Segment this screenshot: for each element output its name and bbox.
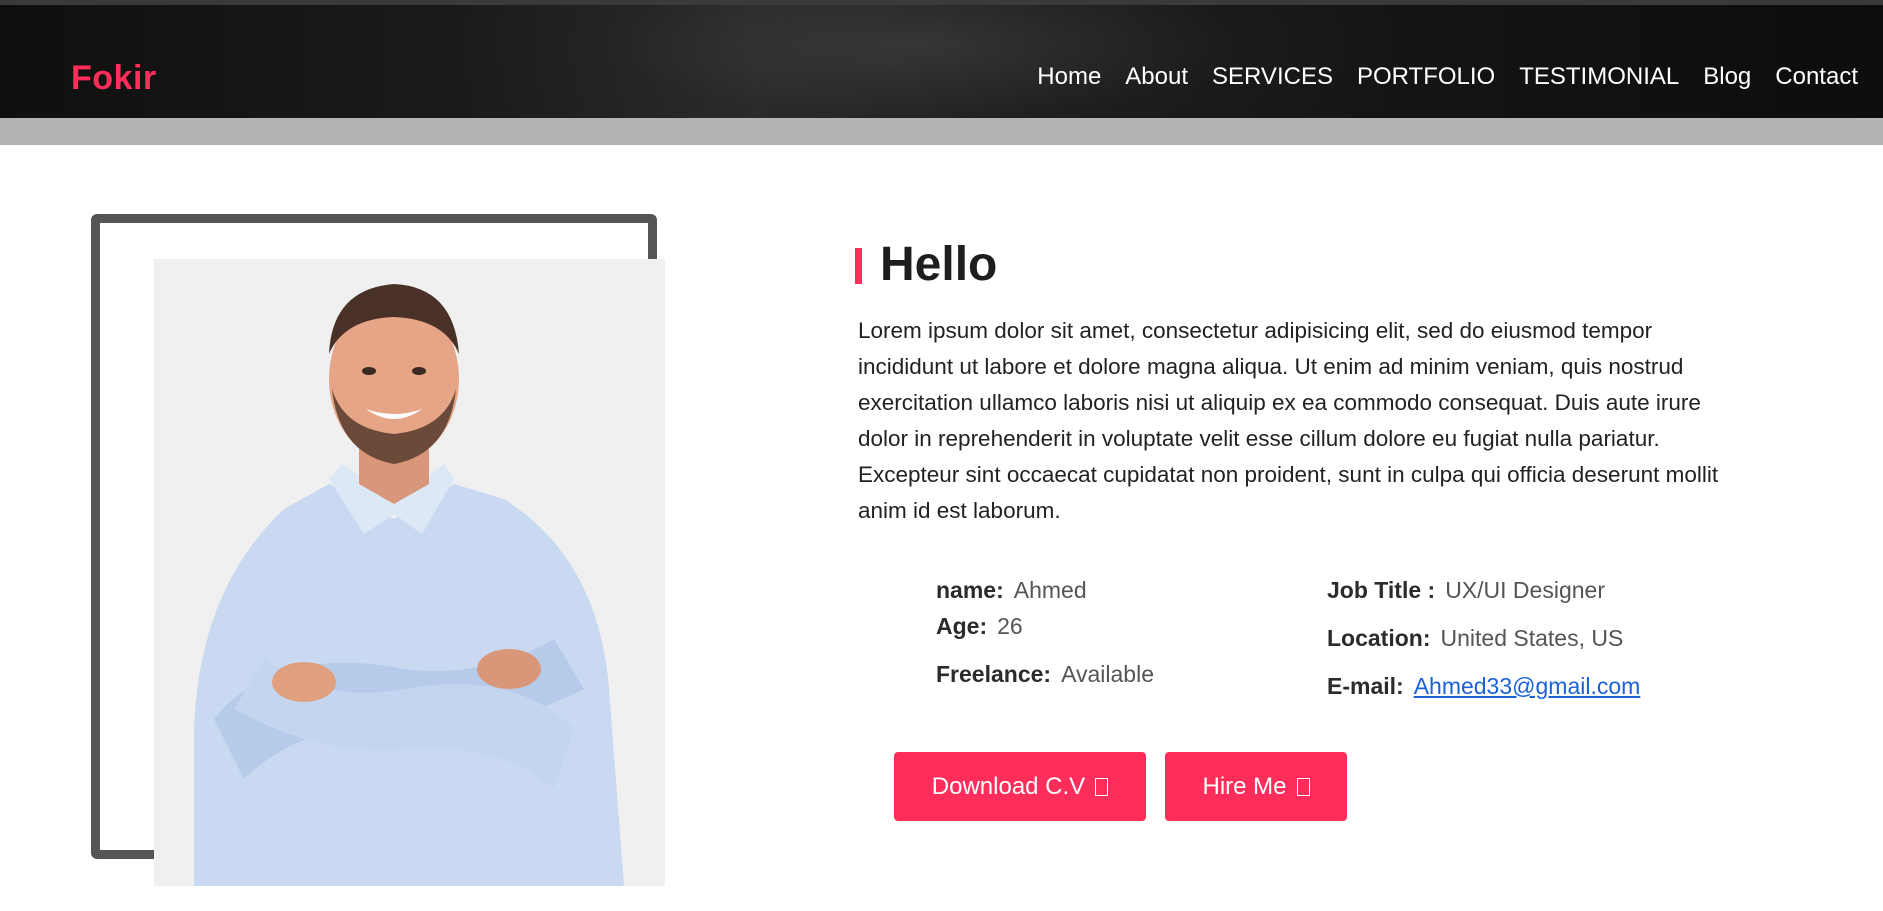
- main-nav: Home About SERVICES PORTFOLIO TESTIMONIA…: [1037, 63, 1858, 91]
- info-label: name:: [936, 577, 1004, 603]
- nav-item-blog[interactable]: Blog: [1703, 63, 1751, 91]
- info-value: Ahmed: [1013, 577, 1087, 603]
- info-label: E-mail:: [1327, 673, 1404, 699]
- nav-item-portfolio[interactable]: PORTFOLIO: [1357, 63, 1495, 91]
- hire-icon: [1296, 777, 1310, 796]
- download-icon: [1095, 777, 1109, 796]
- site-header: Fokir Home About SERVICES PORTFOLIO TEST…: [0, 0, 1883, 118]
- info-label: Freelance:: [936, 661, 1052, 687]
- nav-item-contact[interactable]: Contact: [1775, 63, 1858, 91]
- info-email: E-mail: Ahmed33@gmail.com: [1327, 673, 1640, 700]
- info-value: United States, US: [1440, 625, 1624, 651]
- download-cv-label: Download C.V: [931, 772, 1086, 800]
- info-label: Location:: [1327, 625, 1431, 651]
- site-logo[interactable]: Fokir: [71, 59, 157, 98]
- nav-item-about[interactable]: About: [1125, 63, 1188, 91]
- profile-photo: [154, 259, 665, 886]
- info-label: Age:: [936, 613, 988, 639]
- hire-me-label: Hire Me: [1202, 772, 1287, 800]
- nav-item-services[interactable]: SERVICES: [1212, 63, 1333, 91]
- info-name: name: Ahmed: [936, 577, 1087, 604]
- heading-accent-bar: [855, 248, 862, 284]
- info-value: Available: [1061, 661, 1154, 687]
- email-link[interactable]: Ahmed33@gmail.com: [1414, 673, 1641, 699]
- about-heading: Hello: [880, 238, 998, 291]
- info-location: Location: United States, US: [1327, 625, 1623, 652]
- hire-me-button[interactable]: Hire Me: [1165, 752, 1347, 821]
- header-underbar: [0, 118, 1883, 145]
- download-cv-button[interactable]: Download C.V: [894, 752, 1146, 821]
- info-value: UX/UI Designer: [1445, 577, 1605, 603]
- person-illustration: [194, 284, 624, 886]
- info-label: Job Title :: [1327, 577, 1436, 603]
- info-age: Age: 26: [936, 613, 1023, 640]
- nav-item-home[interactable]: Home: [1037, 63, 1101, 91]
- nav-item-testimonial[interactable]: TESTIMONIAL: [1519, 63, 1679, 91]
- info-job-title: Job Title : UX/UI Designer: [1327, 577, 1605, 604]
- about-intro: Lorem ipsum dolor sit amet, consectetur …: [858, 318, 1719, 523]
- info-value: 26: [997, 613, 1023, 639]
- header-background-art: [420, 5, 1420, 118]
- info-freelance: Freelance: Available: [936, 661, 1154, 688]
